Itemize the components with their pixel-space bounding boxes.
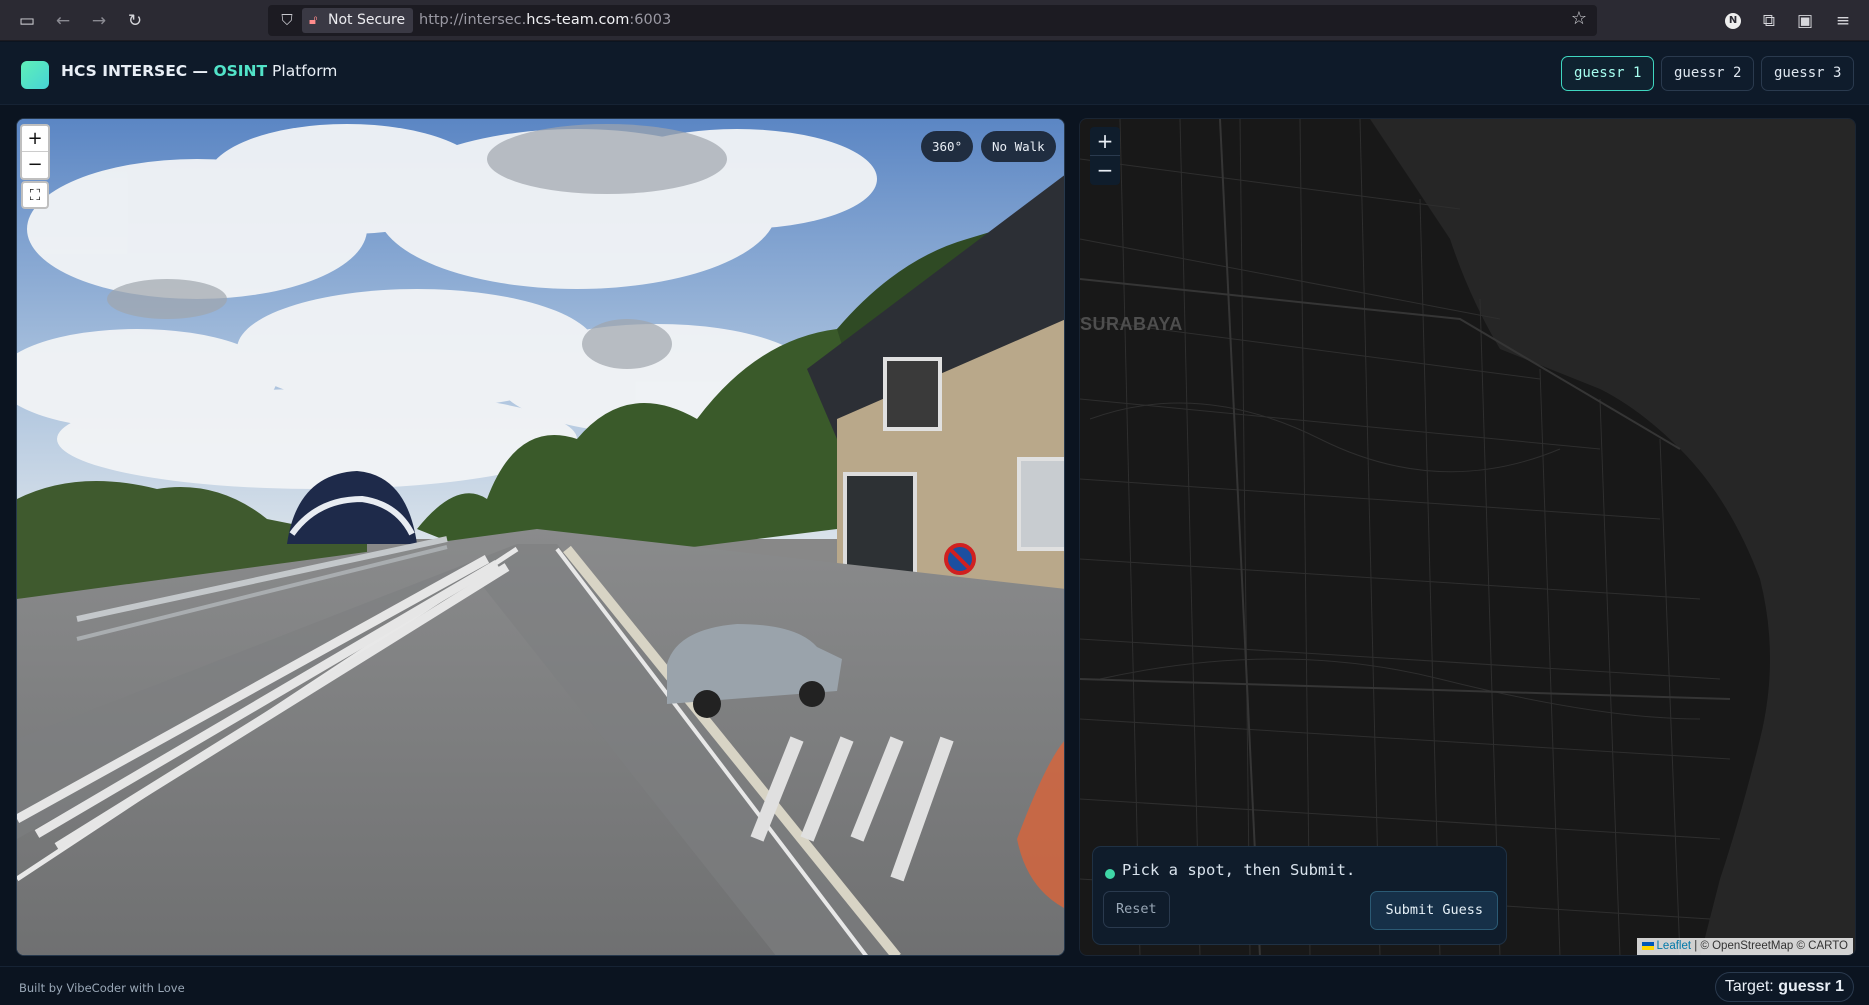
forward-icon[interactable]: → [86,8,112,34]
submit-guess-button[interactable]: Submit Guess [1370,891,1498,930]
menu-icon[interactable]: ≡ [1830,8,1856,34]
app-title: HCS INTERSEC — OSINT Platform [61,62,338,80]
badge-no-walk: No Walk [981,131,1056,162]
back-icon[interactable]: ← [50,8,76,34]
status-message: Pick a spot, then Submit. [1122,861,1356,879]
map-tiles[interactable] [1080,119,1856,956]
map-zoom-in-button[interactable]: + [1090,127,1120,156]
tab-guessr-3[interactable]: guessr 3 [1761,56,1855,91]
security-indicator[interactable]: 🔓︎ Not Secure [302,8,414,33]
fullscreen-icon[interactable]: ⛶ [21,181,49,209]
insecure-lock-icon: 🔓︎ [309,13,318,28]
map-city-label: SURABAYA [1080,314,1183,334]
account-icon[interactable]: N [1720,8,1746,34]
container-icon[interactable]: ▣ [1792,8,1818,34]
footer: Built by VibeCoder with Love Target: gue… [0,966,1869,1005]
map-attribution: Leaflet | © OpenStreetMap © CARTO [1636,938,1853,955]
leaflet-link[interactable]: Leaflet [1657,940,1692,952]
app-logo [21,61,49,89]
footer-credit: Built by VibeCoder with Love [19,981,185,995]
badge-360: 360° [921,131,974,162]
tab-guessr-2[interactable]: guessr 2 [1661,56,1755,91]
browser-toolbar: ▭ ← → ↻ ⛉ 🔓︎ Not Secure http://intersec.h… [0,0,1869,41]
guess-panel: Pick a spot, then Submit. Reset Submit G… [1092,846,1507,945]
tab-guessr-1[interactable]: guessr 1 [1561,56,1655,91]
sidebar-toggle-icon[interactable]: ▭ [14,8,40,34]
shield-icon[interactable]: ⛉ [276,9,298,31]
guess-map[interactable]: + − SURABAYA Pick a spot, then Submit. R… [1079,118,1856,956]
address-bar[interactable]: ⛉ 🔓︎ Not Secure http://intersec.hcs-team.… [268,5,1597,36]
street-view-zoom-control: + − [20,124,50,180]
status-dot-icon [1105,869,1115,879]
app-header: HCS INTERSEC — OSINT Platform guessr 1 g… [0,42,1869,105]
street-view-image[interactable] [17,119,1065,956]
target-badge: Target: guessr 1 [1714,972,1854,1002]
reload-icon[interactable]: ↻ [122,8,148,34]
extensions-icon[interactable]: ⧉ [1756,8,1782,34]
street-view-panorama[interactable]: + − ⛶ 360° No Walk [16,118,1065,956]
street-view-zoom-out-button[interactable]: − [22,152,48,178]
reset-button[interactable]: Reset [1103,891,1170,928]
map-zoom-out-button[interactable]: − [1090,156,1120,185]
url-text[interactable]: http://intersec.hcs-team.com:6003 [419,5,671,36]
map-zoom-control: + − [1090,127,1120,185]
street-view-zoom-in-button[interactable]: + [22,126,48,152]
bookmark-star-icon[interactable]: ☆ [1571,8,1587,29]
ukraine-flag-icon [1641,942,1654,950]
